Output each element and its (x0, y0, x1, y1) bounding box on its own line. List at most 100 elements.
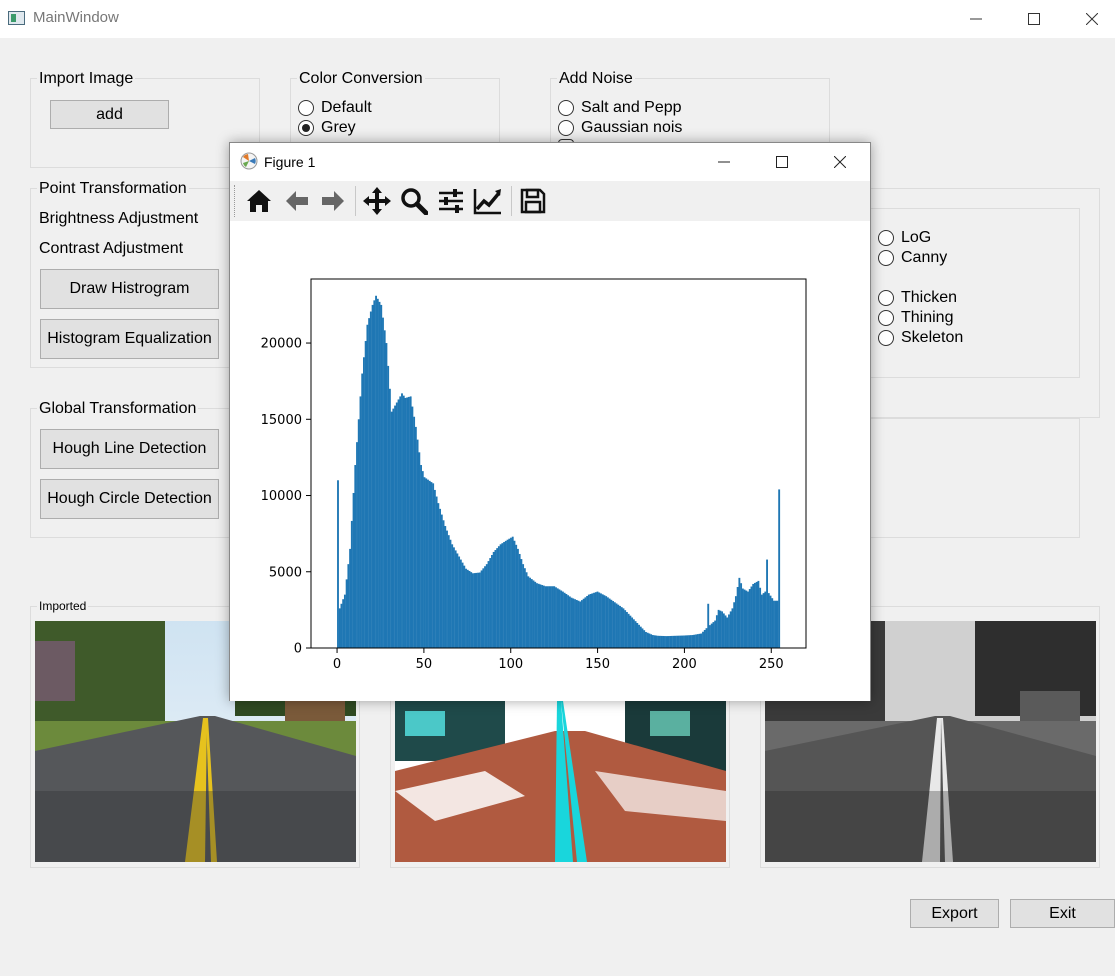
export-button[interactable]: Export (910, 899, 999, 928)
histogram-bar (466, 569, 469, 648)
histogram-bar (454, 550, 457, 648)
radio-thining-indicator[interactable] (878, 310, 894, 326)
zoom-icon[interactable] (398, 185, 430, 217)
histogram-bar (518, 553, 521, 648)
radio-grey-indicator[interactable] (298, 120, 314, 136)
histogram-bar (388, 388, 391, 648)
histogram-bar (712, 622, 715, 648)
exit-button[interactable]: Exit (1010, 899, 1115, 928)
radio-canny-indicator[interactable] (878, 250, 894, 266)
histogram-bar (710, 623, 713, 648)
radio-gaussian-noise[interactable]: Gaussian nois (558, 118, 682, 138)
figure-maximize-button[interactable] (753, 143, 811, 181)
histogram-bar (425, 478, 428, 648)
histogram-bar (395, 402, 398, 648)
histogram-bar (689, 635, 692, 648)
close-button[interactable] (1063, 0, 1115, 38)
histogram-bar (539, 584, 542, 648)
histogram-bar (338, 608, 341, 648)
pan-icon[interactable] (361, 185, 393, 217)
home-icon[interactable] (243, 185, 275, 217)
draw-histogram-button[interactable]: Draw Histrogram (40, 269, 219, 309)
histogram-chart: 0 50 100 150 200 250 0 5000 10000 15000 20000 (261, 278, 807, 672)
add-image-button[interactable]: add (50, 100, 169, 129)
histogram-bar (740, 583, 743, 648)
histogram-bar (773, 600, 775, 648)
figure-toolbar (230, 181, 870, 221)
histogram-equalization-button[interactable]: Histogram Equalization (40, 319, 219, 359)
radio-thicken[interactable]: Thicken (878, 288, 957, 308)
histogram-bar (622, 608, 625, 648)
histogram-bar (546, 586, 549, 648)
back-arrow-icon[interactable] (281, 185, 313, 217)
y-tick-label: 20000 (261, 337, 302, 352)
radio-skeleton[interactable]: Skeleton (878, 328, 963, 348)
histogram-bar (691, 635, 694, 648)
radio-log-indicator[interactable] (878, 230, 894, 246)
histogram-bar (432, 483, 435, 648)
histogram-bar (764, 591, 767, 648)
radio-default[interactable]: Default (298, 98, 372, 118)
radio-thining[interactable]: Thining (878, 308, 953, 328)
save-icon[interactable] (517, 185, 549, 217)
histogram-bar (719, 610, 722, 648)
configure-subplots-icon[interactable] (435, 185, 467, 217)
minimize-icon (718, 161, 730, 163)
histogram-bar (363, 357, 365, 648)
histogram-bar (677, 635, 680, 648)
histogram-bar (619, 605, 621, 648)
maximize-icon (1028, 13, 1040, 25)
figure-minimize-button[interactable] (695, 143, 753, 181)
maximize-button[interactable] (1005, 0, 1063, 38)
histogram-bar (473, 573, 476, 648)
histogram-bar (366, 324, 369, 648)
histogram-bar (413, 416, 416, 648)
radio-gaussian-indicator[interactable] (558, 120, 574, 136)
histogram-bar (411, 406, 414, 648)
radio-grey[interactable]: Grey (298, 118, 356, 138)
histogram-bar (347, 564, 350, 648)
histogram-bar (645, 631, 647, 648)
histogram-bar (658, 635, 661, 648)
edit-axes-icon[interactable] (472, 185, 504, 217)
histogram-bar (380, 304, 383, 648)
histogram-bar (433, 489, 436, 648)
histogram-bar (714, 620, 717, 648)
radio-salt-pepper[interactable]: Salt and Pepp (558, 98, 682, 118)
histogram-bar (451, 544, 454, 648)
histogram-bar (617, 604, 620, 648)
histogram-bar (582, 598, 585, 648)
radio-log[interactable]: LoG (878, 228, 931, 248)
histogram-bar (767, 593, 770, 648)
figure-close-button[interactable] (811, 143, 869, 181)
histogram-bar (606, 597, 609, 648)
histogram-bar (472, 573, 474, 648)
histogram-bar (686, 635, 689, 648)
hough-line-detection-button[interactable]: Hough Line Detection (40, 429, 219, 469)
histogram-bar (368, 318, 371, 648)
radio-canny[interactable]: Canny (878, 248, 947, 268)
histogram-bar (731, 608, 734, 648)
histogram-bar (352, 492, 355, 648)
forward-arrow-icon[interactable] (317, 185, 349, 217)
y-tick-label: 10000 (261, 489, 302, 504)
histogram-bar (350, 520, 353, 648)
add-noise-group-title: Add Noise (557, 69, 635, 89)
radio-thicken-indicator[interactable] (878, 290, 894, 306)
histogram-bar (629, 615, 632, 648)
histogram-bar (447, 535, 450, 648)
histogram-bar (504, 540, 507, 648)
radio-salt-pepper-indicator[interactable] (558, 100, 574, 116)
hough-circle-detection-button[interactable]: Hough Circle Detection (40, 479, 219, 519)
histogram-bar (615, 603, 618, 648)
histogram-bar (548, 586, 550, 648)
histogram-bar (627, 613, 630, 648)
histogram-bar (343, 594, 346, 648)
histogram-bar (401, 393, 403, 648)
minimize-button[interactable] (947, 0, 1005, 38)
histogram-bar (631, 617, 634, 648)
radio-skeleton-indicator[interactable] (878, 330, 894, 346)
histogram-bar (750, 586, 753, 648)
x-tick-label: 150 (585, 657, 610, 672)
radio-default-indicator[interactable] (298, 100, 314, 116)
